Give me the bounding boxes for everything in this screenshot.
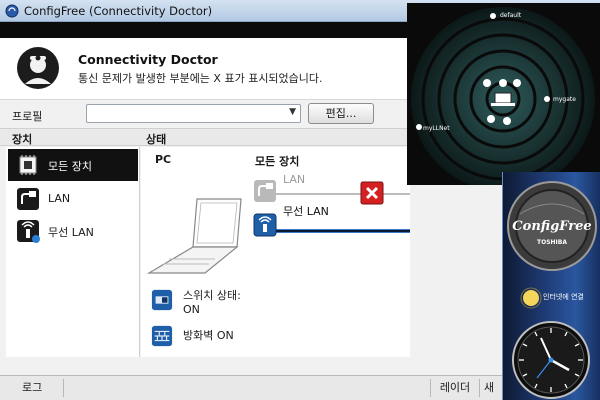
configfree-logo-text: ConfigFree <box>512 219 591 234</box>
edit-profile-button[interactable]: 편집... <box>308 103 374 124</box>
device-label-lan: LAN <box>48 192 71 205</box>
device-item-wireless-lan[interactable]: 무선 LAN <box>8 215 138 247</box>
device-column-header: 장치 <box>12 133 33 146</box>
wireless-node-icon[interactable] <box>253 213 277 237</box>
laptop-icon <box>146 198 242 274</box>
all-devices-label: 모든 장치 <box>255 155 300 168</box>
sidebar-gadgets: ConfigFree TOSHIBA 인터넷에 연결 <box>502 172 600 400</box>
sun-icon <box>520 287 542 309</box>
pc-label: PC <box>155 153 172 166</box>
firewall-icon <box>151 325 173 347</box>
profile-dropdown[interactable]: ▼ <box>86 104 301 123</box>
radar-label-default: default <box>500 12 522 19</box>
log-button[interactable]: 로그 <box>8 379 64 397</box>
title-accent-bar <box>0 22 410 38</box>
switch-state-value: ON <box>183 303 200 316</box>
column-headers: 장치 상태 <box>0 128 410 146</box>
configfree-app-icon <box>5 4 19 18</box>
status-area: PC 모든 장치 LAN 무선 LAN 스위치 상태: ON 방화벽 ON <box>141 147 410 357</box>
radar-label-myllnet: myLLNet <box>423 125 450 132</box>
lan-connection-line <box>271 193 410 195</box>
weather-status-text: 인터넷에 연결 <box>543 293 584 301</box>
device-label-all: 모든 장치 <box>48 160 92 173</box>
lan-status-label: LAN <box>283 173 306 186</box>
firewall-state-label: 방화벽 ON <box>183 329 234 342</box>
radar-label-mygate: mygate <box>553 96 576 103</box>
device-label-wireless-lan: 무선 LAN <box>48 226 94 239</box>
radar-rings <box>411 7 595 185</box>
chevron-down-icon: ▼ <box>289 107 296 117</box>
error-x-icon[interactable] <box>360 181 384 205</box>
device-item-all[interactable]: 모든 장치 <box>8 149 138 181</box>
lan-plug-icon <box>17 188 39 210</box>
new-button[interactable]: 새 <box>484 379 494 397</box>
lan-node-icon[interactable] <box>253 179 277 203</box>
chip-icon <box>19 155 37 175</box>
header-title: Connectivity Doctor <box>78 52 218 67</box>
doctor-avatar-icon <box>17 47 59 89</box>
clock-icon[interactable] <box>511 320 591 400</box>
radar-panel[interactable]: default mygate myLLNet <box>407 3 600 185</box>
window-title: ConfigFree (Connectivity Doctor) <box>24 4 213 18</box>
profile-label: 프로필 <box>12 110 43 123</box>
toshiba-brand-text: TOSHIBA <box>537 239 567 246</box>
switch-state-label: 스위치 상태: <box>183 289 241 302</box>
device-item-lan[interactable]: LAN <box>8 183 138 215</box>
wireless-connection-line <box>271 229 410 233</box>
radar-button[interactable]: 레이더 <box>430 379 480 397</box>
configfree-logo-badge[interactable]: ConfigFree TOSHIBA <box>506 180 598 272</box>
switch-icon <box>151 289 173 311</box>
header-subtitle: 통신 문제가 발생한 부분에는 X 표가 표시되었습니다. <box>78 72 323 85</box>
wireless-status-label: 무선 LAN <box>283 205 329 218</box>
profile-row: 프로필 ▼ 편집... <box>0 100 410 128</box>
doctor-header: Connectivity Doctor 통신 문제가 발생한 부분에는 X 표가… <box>0 38 410 100</box>
device-list: 모든 장치 LAN 무선 LAN <box>6 147 140 357</box>
wireless-icon <box>17 220 40 243</box>
status-column-header: 상태 <box>146 133 167 146</box>
